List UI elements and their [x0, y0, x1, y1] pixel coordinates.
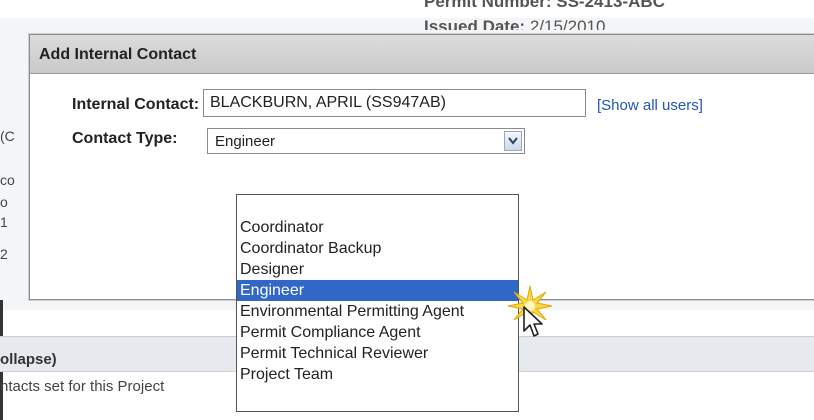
dropdown-option-coordinator[interactable]: Coordinator — [237, 217, 518, 238]
dropdown-option-environmental-permitting-agent[interactable]: Environmental Permitting Agent — [237, 301, 518, 322]
dropdown-option-designer[interactable]: Designer — [237, 259, 518, 280]
dropdown-option-engineer[interactable]: Engineer — [237, 280, 518, 301]
show-all-users-link[interactable]: [Show all users] — [597, 97, 703, 114]
no-contacts-message: ntacts set for this Project — [0, 378, 165, 395]
internal-contact-label: Internal Contact: — [72, 96, 200, 113]
chevron-down-icon[interactable] — [504, 131, 522, 151]
dialog-title: Add Internal Contact — [39, 46, 197, 63]
dropdown-option-permit-compliance-agent[interactable]: Permit Compliance Agent — [237, 322, 518, 343]
contact-type-select[interactable]: Engineer — [207, 128, 525, 154]
background-fragment: o — [0, 194, 8, 210]
mouse-pointer-icon — [523, 306, 543, 337]
dropdown-option-blank[interactable] — [237, 195, 518, 217]
background-permit-info: Permit Number: SS-2413-ABC Issued Date: … — [424, 0, 724, 30]
background-fragment: co — [0, 172, 15, 188]
internal-contact-input[interactable] — [203, 89, 586, 117]
issued-date-text: Issued Date: 2/15/2010 — [424, 17, 606, 30]
dropdown-option-project-team[interactable]: Project Team — [237, 364, 518, 385]
background-fragment: 1 — [0, 214, 8, 230]
background-fragment: 2 — [0, 246, 8, 262]
contact-type-label: Contact Type: — [72, 130, 178, 147]
dialog-header: Add Internal Contact — [30, 35, 814, 74]
section-collapse-toggle[interactable]: ollapse) — [0, 351, 57, 368]
contact-type-selected-value: Engineer — [215, 133, 276, 150]
dropdown-option-permit-technical-reviewer[interactable]: Permit Technical Reviewer — [237, 343, 518, 364]
background-fragment: (C — [0, 128, 15, 144]
contact-type-dropdown-list[interactable]: Coordinator Coordinator Backup Designer … — [236, 194, 519, 412]
permit-number-text: Permit Number: SS-2413-ABC — [424, 0, 665, 11]
dropdown-option-coordinator-backup[interactable]: Coordinator Backup — [237, 238, 518, 259]
